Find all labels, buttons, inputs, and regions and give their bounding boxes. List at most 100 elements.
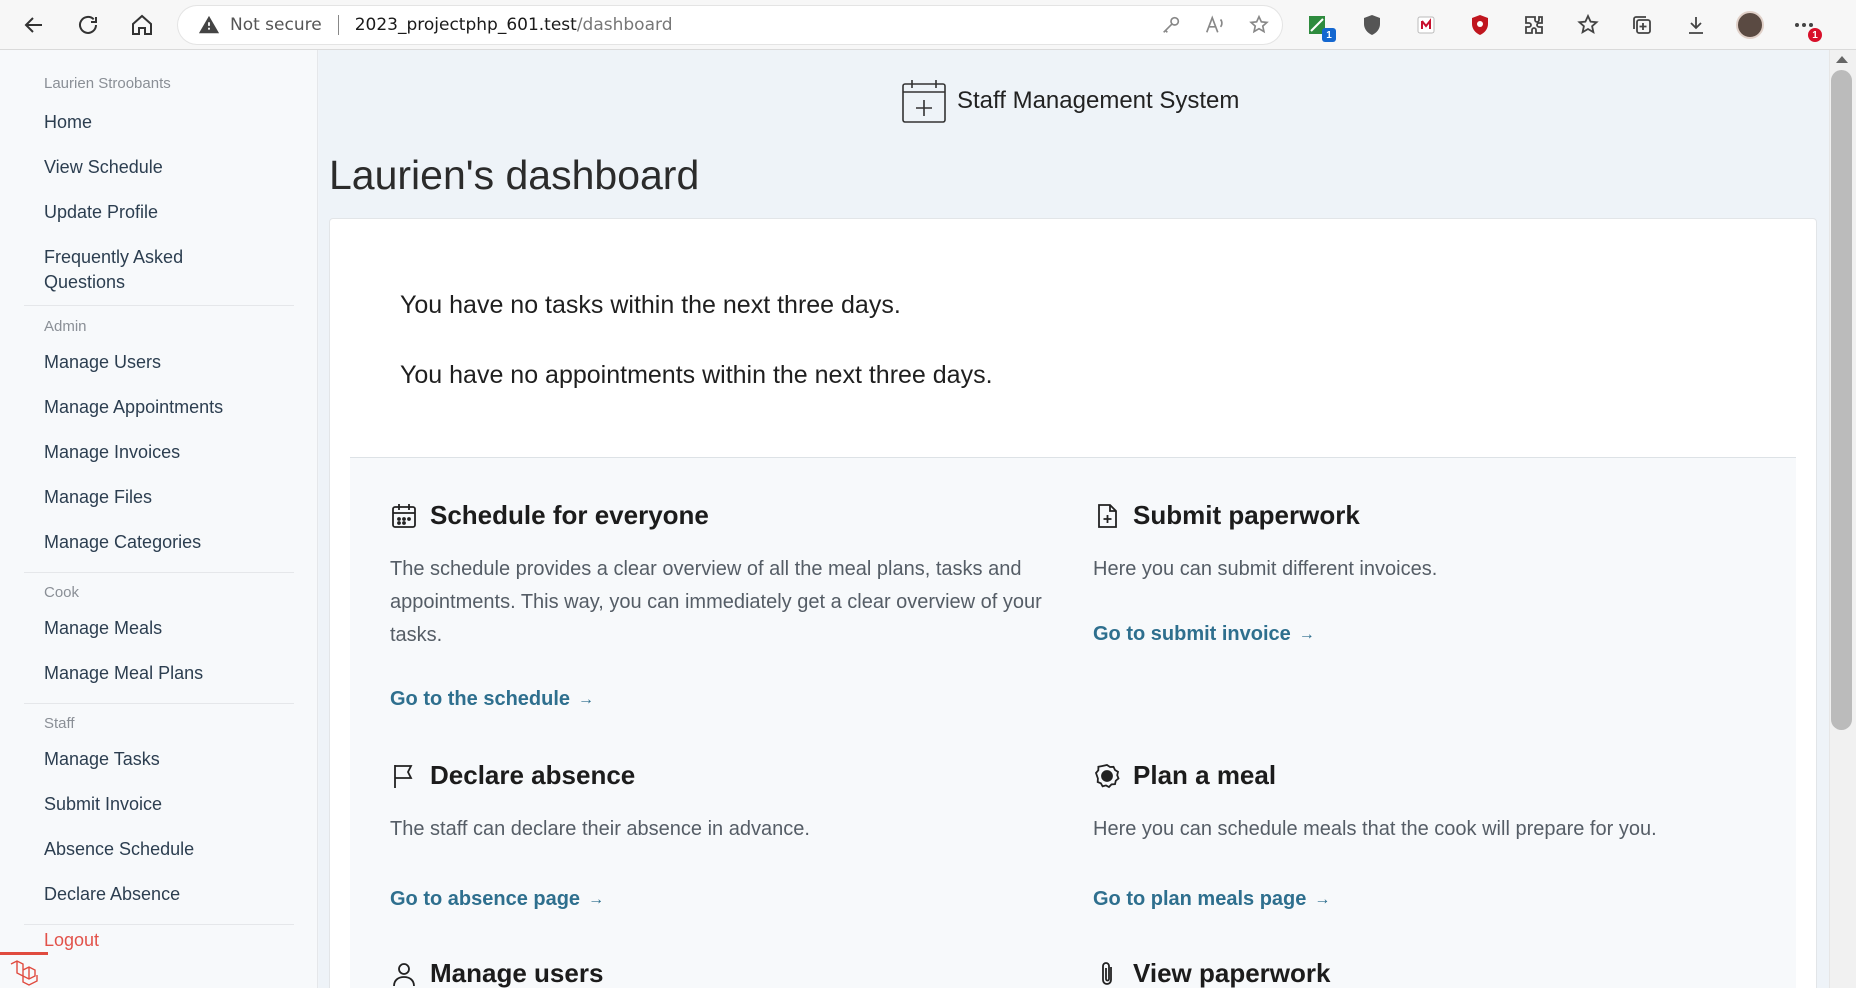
debugbar-toggle[interactable] xyxy=(0,952,48,988)
go-to-submit-invoice-label: Go to submit invoice xyxy=(1093,623,1291,645)
sidebar-divider xyxy=(24,305,294,306)
tile-users-title: Manage users xyxy=(430,958,604,988)
sidebar-item-update-profile[interactable]: Update Profile xyxy=(44,200,274,225)
not-secure-label: Not secure xyxy=(230,15,322,35)
sidebar-item-manage-meal-plans[interactable]: Manage Meal Plans xyxy=(44,661,274,686)
extension-mcafee[interactable] xyxy=(1408,8,1444,42)
warning-icon xyxy=(198,15,220,34)
address-bar[interactable]: Not secure 2023_projectphp_601.test/dash… xyxy=(178,6,1282,44)
tile-meal-header: Plan a meal xyxy=(1093,760,1276,791)
url-path: /dashboard xyxy=(576,15,673,35)
tile-meal-description: Here you can schedule meals that the coo… xyxy=(1093,818,1657,840)
arrow-right-icon: → xyxy=(1314,890,1331,908)
sidebar-item-absence-schedule[interactable]: Absence Schedule xyxy=(44,837,274,862)
brand[interactable]: Staff Management System xyxy=(901,78,1239,124)
tile-view-paperwork-title: View paperwork xyxy=(1133,958,1331,988)
go-to-schedule-label: Go to the schedule xyxy=(390,688,571,710)
tile-schedule-header: Schedule for everyone xyxy=(390,500,709,531)
collections-button[interactable] xyxy=(1624,8,1660,42)
browser-toolbar: Not secure 2023_projectphp_601.test/dash… xyxy=(0,0,1856,50)
sidebar-divider xyxy=(24,703,294,704)
plate-icon xyxy=(1094,763,1120,788)
favorite-add-icon[interactable] xyxy=(1248,14,1270,36)
downloads-button[interactable] xyxy=(1678,8,1714,42)
tile-absence-header: Declare absence xyxy=(390,760,635,791)
back-arrow-icon xyxy=(24,17,42,33)
back-button[interactable] xyxy=(14,5,54,45)
sidebar: Laurien Stroobants Home View Schedule Up… xyxy=(0,50,318,988)
sidebar-section-admin: Admin xyxy=(44,318,87,335)
sidebar-item-manage-categories[interactable]: Manage Categories xyxy=(44,530,274,555)
go-to-absence-page-link[interactable]: Go to absence page → xyxy=(390,888,604,911)
settings-more-button[interactable]: 1 xyxy=(1786,8,1822,42)
sidebar-section-staff: Staff xyxy=(44,715,75,732)
scroll-up-arrow-icon[interactable] xyxy=(1836,56,1848,63)
home-button[interactable] xyxy=(122,5,162,45)
address-actions xyxy=(1160,14,1270,36)
tile-paperwork-description: Here you can submit different invoices. xyxy=(1093,558,1438,580)
tile-meal-title: Plan a meal xyxy=(1133,760,1277,790)
paperclip-icon xyxy=(1102,961,1112,985)
tile-users-header: Manage users xyxy=(390,958,603,988)
home-icon xyxy=(132,14,152,35)
refresh-icon xyxy=(79,15,97,34)
flag-icon xyxy=(394,764,413,788)
sidebar-user-name: Laurien Stroobants xyxy=(44,75,171,92)
sidebar-item-manage-files[interactable]: Manage Files xyxy=(44,485,274,510)
sidebar-item-faq[interactable]: Frequently Asked Questions xyxy=(44,245,234,295)
sidebar-item-manage-appointments[interactable]: Manage Appointments xyxy=(44,395,274,420)
sidebar-item-view-schedule[interactable]: View Schedule xyxy=(44,155,274,180)
sidebar-item-declare-absence[interactable]: Declare Absence xyxy=(44,882,274,907)
tile-paperwork-header: Submit paperwork xyxy=(1093,500,1360,531)
read-aloud-icon[interactable] xyxy=(1204,14,1226,36)
extension-icons: 1 1 xyxy=(1300,8,1822,42)
tile-schedule-description: The schedule provides a clear overview o… xyxy=(390,558,1042,646)
key-icon[interactable] xyxy=(1160,14,1182,36)
extension-badge: 1 xyxy=(1322,28,1336,42)
favorites-button[interactable] xyxy=(1570,8,1606,42)
url-host: 2023_projectphp_601.test xyxy=(354,15,577,35)
extension-sheets[interactable]: 1 xyxy=(1300,8,1336,42)
favorites-icon xyxy=(1577,13,1599,35)
tile-absence-title: Declare absence xyxy=(430,760,636,790)
collections-icon xyxy=(1633,16,1651,34)
dashboard-card: You have no tasks within the next three … xyxy=(329,218,1817,988)
sidebar-section-cook: Cook xyxy=(44,584,80,601)
scrollbar-thumb[interactable] xyxy=(1831,70,1852,730)
sidebar-item-submit-invoice[interactable]: Submit Invoice xyxy=(44,792,274,817)
document-plus-icon xyxy=(1098,503,1117,528)
logout-link[interactable]: Logout xyxy=(44,928,274,953)
extension-ublock[interactable] xyxy=(1462,8,1498,42)
mcafee-icon xyxy=(1417,16,1435,34)
go-to-schedule-link[interactable]: Go to the schedule → xyxy=(390,688,594,711)
shield-icon xyxy=(1364,15,1380,35)
refresh-button[interactable] xyxy=(68,5,108,45)
appointments-notice: You have no appointments within the next… xyxy=(400,361,993,389)
puzzle-icon xyxy=(1525,16,1543,34)
sidebar-item-manage-users[interactable]: Manage Users xyxy=(44,350,274,375)
sidebar-divider xyxy=(24,572,294,573)
go-to-absence-page-label: Go to absence page xyxy=(390,888,581,910)
brand-name: Staff Management System xyxy=(957,87,1240,114)
avatar xyxy=(1736,11,1764,39)
download-icon xyxy=(1689,17,1703,34)
go-to-plan-meals-label: Go to plan meals page xyxy=(1093,888,1307,910)
sidebar-item-manage-meals[interactable]: Manage Meals xyxy=(44,616,274,641)
main-content: Staff Management System Laurien's dashbo… xyxy=(319,50,1829,988)
calendar-icon xyxy=(392,503,416,528)
tasks-notice: You have no tasks within the next three … xyxy=(400,291,901,319)
extension-shield[interactable] xyxy=(1354,8,1390,42)
arrow-right-icon: → xyxy=(588,890,605,908)
tile-view-paperwork-header: View paperwork xyxy=(1093,958,1331,988)
calendar-plus-icon xyxy=(902,80,946,123)
sidebar-item-manage-tasks[interactable]: Manage Tasks xyxy=(44,747,274,772)
ublock-icon xyxy=(1472,15,1488,35)
profile-button[interactable] xyxy=(1732,8,1768,42)
go-to-plan-meals-link[interactable]: Go to plan meals page → xyxy=(1093,888,1330,911)
go-to-submit-invoice-link[interactable]: Go to submit invoice → xyxy=(1093,623,1315,646)
sidebar-item-manage-invoices[interactable]: Manage Invoices xyxy=(44,440,274,465)
laravel-icon xyxy=(10,959,38,986)
sidebar-item-home[interactable]: Home xyxy=(44,110,274,135)
address-separator xyxy=(337,15,339,35)
extensions-button[interactable] xyxy=(1516,8,1552,42)
